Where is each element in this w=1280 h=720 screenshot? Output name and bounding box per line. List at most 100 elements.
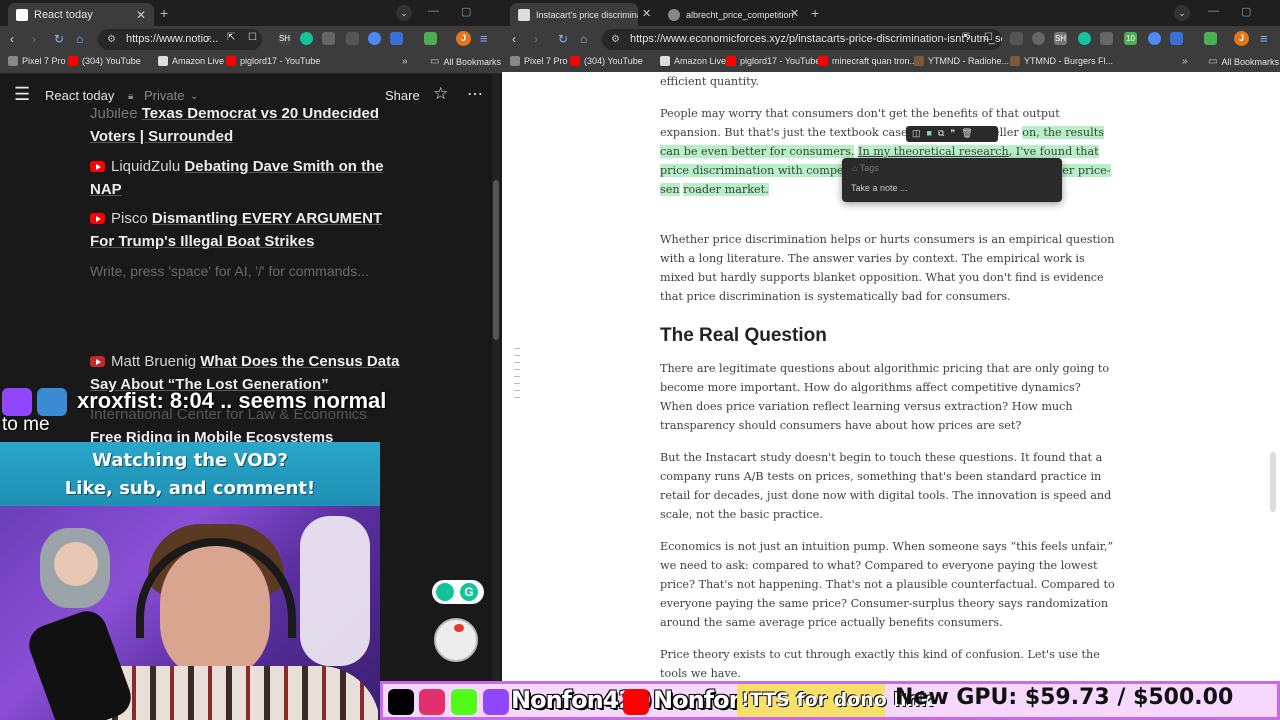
tab-instacart-article[interactable]: Instacart's price discrimination <box>510 3 638 26</box>
tab-albrecht-pdf[interactable]: albrecht_price_competition_co <box>660 3 794 26</box>
bookmark-item[interactable]: (304) YouTube <box>68 56 141 66</box>
chevron-down-icon[interactable]: ⌄ <box>190 91 198 102</box>
menu-icon[interactable]: ≡ <box>480 31 488 46</box>
maximize-icon[interactable]: ▢ <box>1241 5 1251 18</box>
bookmark-item[interactable]: minecraft quan tron... <box>818 56 917 66</box>
profile-avatar[interactable]: J <box>456 31 471 46</box>
bookmark-item[interactable]: Pixel 7 Pro <box>8 56 66 66</box>
share-button[interactable]: Share <box>385 88 420 103</box>
extension-blue-icon[interactable] <box>1148 32 1161 45</box>
home-icon[interactable]: ⌂ <box>76 32 83 46</box>
copy-icon[interactable]: ⧉ <box>938 128 944 140</box>
trash-icon[interactable]: 🗑︎ <box>961 128 972 140</box>
url-field[interactable]: ⚙ https://www.notio... <box>98 29 262 50</box>
close-tab-icon[interactable]: ✕ <box>790 7 799 20</box>
more-bookmarks-icon[interactable]: » <box>1182 56 1188 67</box>
minimize-icon[interactable]: — <box>1208 5 1219 18</box>
scrollbar-track[interactable] <box>492 74 500 720</box>
tag-icon: ⌂ <box>852 163 858 173</box>
note-input[interactable]: Take a note ... <box>851 183 908 193</box>
extension-icon[interactable] <box>1032 32 1045 45</box>
new-tab-icon[interactable]: + <box>811 5 819 21</box>
grammarly-icon[interactable]: G <box>460 583 478 601</box>
extension-off-icon[interactable] <box>346 32 359 45</box>
bookmark-item[interactable]: Pixel 7 Pro <box>510 56 568 66</box>
bookmark-item[interactable]: (304) YouTube <box>570 56 643 66</box>
grammarly-ext-icon[interactable] <box>300 32 313 45</box>
grammarly-ext-icon[interactable] <box>1078 32 1091 45</box>
sidebar-icon[interactable]: ◫ <box>912 128 921 140</box>
extension-puzzle-icon[interactable] <box>1170 32 1183 45</box>
tab-search-icon[interactable]: ⌄ <box>396 5 412 21</box>
close-tab-icon[interactable]: ✕ <box>642 7 651 20</box>
block-placeholder[interactable]: Write, press 'space' for AI, '/' for com… <box>90 263 369 279</box>
favorite-star-icon[interactable]: ☆ <box>433 84 448 104</box>
close-tab-icon[interactable]: ✕ <box>136 8 146 22</box>
minimize-icon[interactable]: — <box>428 5 439 18</box>
extension-counter-icon[interactable]: 10 <box>1124 32 1137 45</box>
maximize-icon[interactable]: ▢ <box>461 5 471 18</box>
labs-icon[interactable] <box>1204 32 1217 45</box>
menu-icon[interactable]: ≡ <box>1260 31 1268 46</box>
site-info-icon[interactable]: ⚙ <box>107 29 116 50</box>
more-options-icon[interactable]: ⋯ <box>467 84 483 104</box>
list-item[interactable]: Pisco Dismantling EVERY ARGUMENT For Tru… <box>90 207 400 253</box>
bookmark-star-icon[interactable]: ☐ <box>248 32 257 43</box>
grammarly-widget[interactable]: G <box>432 580 484 604</box>
privacy-label[interactable]: Private <box>144 88 184 103</box>
highlight-text[interactable]: roader market. <box>683 183 769 196</box>
tags-field[interactable]: ⌂ Tags <box>852 163 879 173</box>
site-info-icon[interactable]: ⚙ <box>611 29 620 50</box>
assistant-icon[interactable] <box>436 583 454 601</box>
bookmark-label: Amazon Live <box>674 56 727 66</box>
sidebar-toggle-icon[interactable]: ☰ <box>14 84 30 105</box>
back-icon[interactable]: ‹ <box>10 32 14 46</box>
more-bookmarks-icon[interactable]: » <box>402 56 408 67</box>
all-bookmarks[interactable]: ▭ All Bookmarks <box>1208 56 1279 67</box>
profile-avatar[interactable]: J <box>1234 31 1249 46</box>
bookmark-item[interactable]: Amazon Live <box>660 56 726 66</box>
all-bookmarks[interactable]: ▭ All Bookmarks <box>430 56 501 67</box>
reload-icon[interactable]: ↻ <box>54 32 64 46</box>
article-page: efficient quantity. People may worry tha… <box>502 72 1280 720</box>
extension-icon[interactable] <box>1010 32 1023 45</box>
chat-overlay: xroxfist: 8:04 .. seems normal to me <box>0 386 386 438</box>
table-of-contents-icon[interactable] <box>514 348 522 404</box>
bookmark-item[interactable]: Amazon Live <box>158 56 224 66</box>
chat-username: xroxfist: <box>77 388 164 413</box>
webcam-feed <box>0 506 380 720</box>
new-tab-icon[interactable]: + <box>160 5 168 21</box>
extension-sh-icon[interactable]: SH <box>1054 32 1067 45</box>
list-item[interactable]: LiquidZulu Debating Dave Smith on the NA… <box>90 155 400 201</box>
bookmark-item[interactable]: piglord17 - YouTube <box>226 56 320 66</box>
extension-sh-icon[interactable]: SH <box>278 32 291 45</box>
research-link[interactable]: In my theoretical research <box>858 145 1009 158</box>
extension-blue-icon[interactable] <box>368 32 381 45</box>
reload-icon[interactable]: ↻ <box>558 32 568 46</box>
extension-icon[interactable] <box>1100 32 1113 45</box>
labs-icon[interactable] <box>424 32 437 45</box>
tab-search-icon[interactable]: ⌄ <box>1174 5 1190 21</box>
color-green-icon[interactable]: ■ <box>927 128 932 140</box>
quote-icon[interactable]: ❞ <box>950 128 955 140</box>
channel-name: Jubilee <box>90 108 138 122</box>
list-item[interactable]: Jubilee Texas Democrat vs 20 Undecided V… <box>90 108 400 148</box>
extension-puzzle-icon[interactable] <box>390 32 403 45</box>
install-icon[interactable]: ⇱ <box>962 32 970 43</box>
tab-react-today[interactable]: React today ✕ <box>8 3 154 26</box>
scrollbar-thumb[interactable] <box>493 180 499 340</box>
bookmark-item[interactable]: piglord17 - YouTube <box>726 56 820 66</box>
bookmark-star-icon[interactable]: ☐ <box>984 32 993 43</box>
extension-icon[interactable] <box>322 32 335 45</box>
page-title[interactable]: React today <box>45 88 114 103</box>
scrollbar-thumb[interactable] <box>1270 452 1276 512</box>
forward-icon[interactable]: › <box>534 32 538 46</box>
install-icon[interactable]: ⇱ <box>227 32 235 43</box>
forward-icon[interactable]: › <box>32 32 36 46</box>
bookmark-item[interactable]: YTMND - Burgers Fl... <box>1010 56 1113 66</box>
bookmark-item[interactable]: YTMND - Radiohe... <box>914 56 1009 66</box>
back-icon[interactable]: ‹ <box>512 32 516 46</box>
search-icon[interactable]: ⌕ <box>206 32 212 45</box>
url-field[interactable]: ⚙ https://www.economicforces.xyz/p/insta… <box>602 29 1002 50</box>
home-icon[interactable]: ⌂ <box>580 32 587 46</box>
